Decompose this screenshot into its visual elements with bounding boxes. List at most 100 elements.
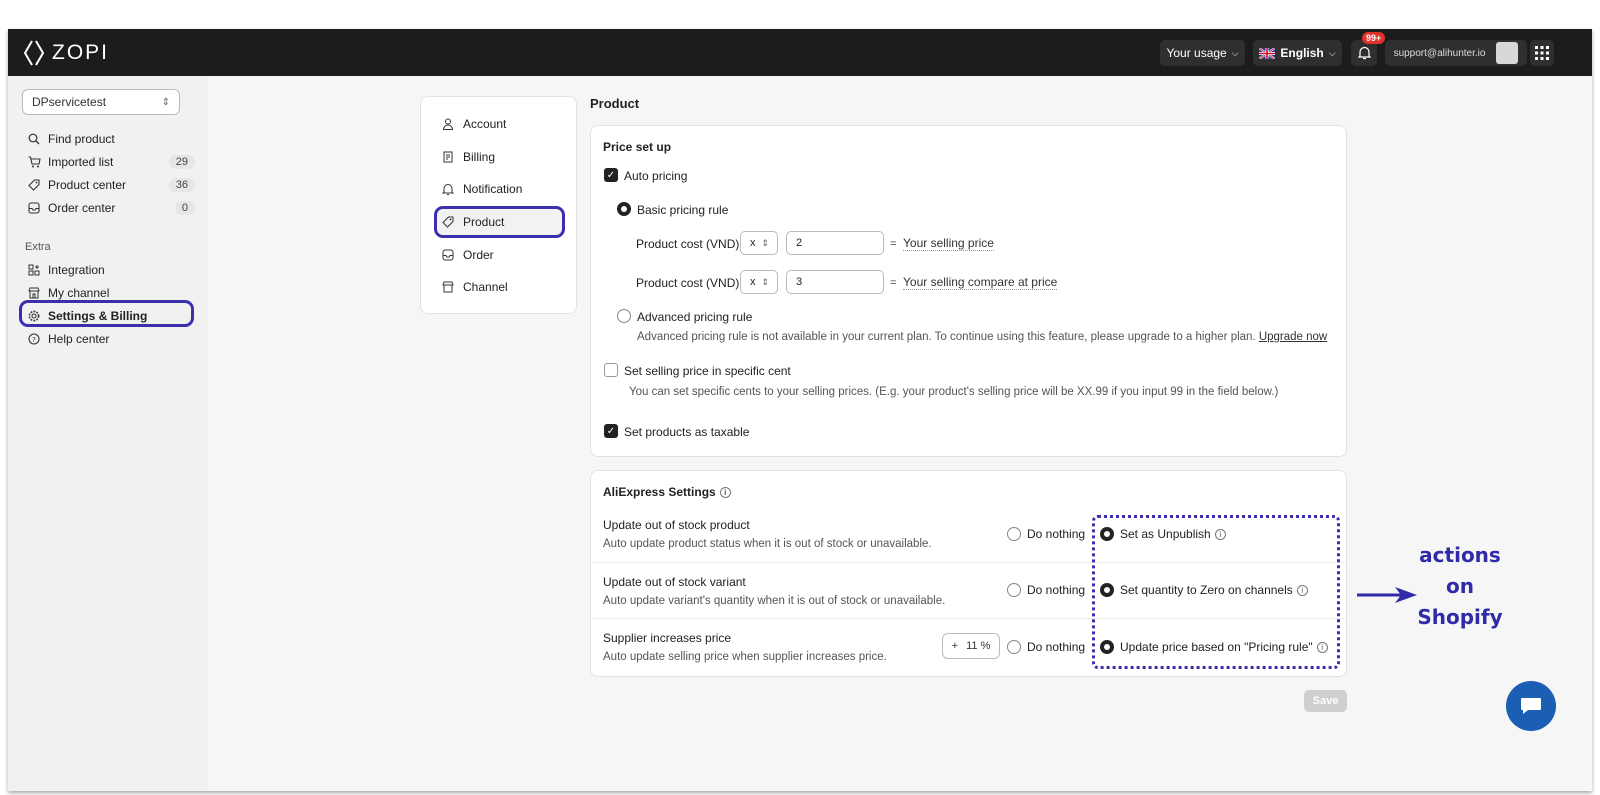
sidebar-item-label: My channel: [48, 286, 110, 300]
multiplier-input[interactable]: 2: [786, 231, 884, 255]
compare-price-link[interactable]: Your selling compare at price: [903, 275, 1058, 290]
row-description: Auto update variant's quantity when it i…: [603, 595, 946, 607]
sidebar-item-label: Product center: [48, 178, 127, 192]
check-icon: ✓: [606, 425, 616, 437]
sidebar-item-imported-list[interactable]: Imported list 29: [27, 153, 195, 171]
logo[interactable]: ZOPI: [22, 38, 109, 68]
grid-plus-icon: [27, 263, 41, 277]
sidebar-item-help-center[interactable]: ? Help center: [27, 330, 195, 348]
usage-dropdown[interactable]: Your usage ⌵: [1160, 40, 1245, 66]
annotation-line: Shopify: [1417, 605, 1503, 629]
sidebar-item-order-center[interactable]: Order center 0: [27, 199, 195, 217]
specific-cent-label: Set selling price in specific cent: [624, 364, 791, 378]
store-icon: [441, 281, 455, 293]
chat-bubble-icon: [1521, 698, 1541, 714]
settings-nav-billing[interactable]: Billing: [441, 148, 495, 166]
settings-highlight: [19, 300, 194, 327]
plus-sign: +: [951, 640, 959, 652]
user-email: support@alihunter.io: [1393, 47, 1486, 59]
usage-label: Your usage: [1166, 46, 1227, 60]
price-setup-title: Price set up: [603, 140, 672, 154]
updown-chevron-icon: ⇕: [761, 237, 770, 248]
do-nothing-radio[interactable]: [1007, 527, 1021, 541]
sidebar-item-integration[interactable]: Integration: [27, 261, 195, 279]
sidebar-item-product-center[interactable]: Product center 36: [27, 176, 195, 194]
multiplier-value: 2: [796, 237, 803, 249]
apps-grid-button[interactable]: [1530, 40, 1554, 66]
settings-nav-label: Channel: [463, 280, 508, 294]
settings-nav-label: Billing: [463, 150, 496, 164]
sidebar-item-label: Find product: [48, 132, 115, 146]
auto-pricing-checkbox[interactable]: ✓: [604, 168, 618, 182]
settings-nav-account[interactable]: Account: [441, 115, 506, 133]
operator-select[interactable]: x ⇕: [740, 231, 778, 255]
uk-flag-icon: [1259, 47, 1276, 59]
auto-pricing-label: Auto pricing: [624, 169, 688, 183]
percent-number: 11: [966, 640, 978, 652]
logo-text: ZOPI: [52, 41, 110, 64]
settings-nav-order[interactable]: Order: [441, 246, 494, 264]
sidebar: DPservicetest ⇕ Find product Imported li…: [8, 76, 208, 791]
actions-highlight: [1092, 515, 1340, 669]
settings-nav-product[interactable]: Product: [441, 213, 504, 231]
updown-chevron-icon: ⇕: [761, 276, 770, 287]
sidebar-item-find-product[interactable]: Find product: [27, 130, 195, 148]
tag-icon: [441, 216, 455, 228]
multiplier-value: 3: [796, 276, 803, 288]
extra-section-label: Extra: [25, 241, 51, 253]
inbox-icon: [441, 249, 455, 261]
info-icon[interactable]: i: [719, 487, 731, 499]
language-dropdown[interactable]: English ⌵: [1253, 40, 1342, 66]
save-button[interactable]: Save: [1304, 690, 1347, 712]
settings-nav-channel[interactable]: Channel: [441, 278, 508, 296]
row-title: Update out of stock product: [603, 518, 750, 532]
equals-sign: =: [890, 277, 897, 289]
annotation-line: on: [1446, 574, 1474, 598]
product-cost-label: Product cost (VND): [636, 276, 740, 290]
do-nothing-label: Do nothing: [1027, 583, 1086, 597]
store-select[interactable]: DPservicetest ⇕: [22, 89, 180, 115]
advanced-pricing-radio[interactable]: [617, 309, 631, 323]
search-icon: [27, 132, 41, 146]
cart-icon: [27, 155, 41, 169]
count-badge: 36: [168, 178, 195, 192]
arrow-right-icon: [1357, 587, 1417, 603]
bell-icon: [441, 183, 455, 195]
row-title: Supplier increases price: [603, 631, 732, 645]
multiplier-input[interactable]: 3: [786, 270, 884, 294]
aliexpress-title-text: AliExpress Settings: [603, 485, 716, 499]
sidebar-item-label: Integration: [48, 263, 105, 277]
operator-select[interactable]: x ⇕: [740, 270, 778, 294]
settings-nav-notification[interactable]: Notification: [441, 180, 522, 198]
store-icon: [27, 286, 41, 300]
bell-icon: [1357, 46, 1371, 60]
do-nothing-radio[interactable]: [1007, 640, 1021, 654]
help-icon: ?: [27, 332, 41, 346]
chevron-down-icon: ⌵: [1328, 47, 1336, 58]
percent-unit: %: [980, 640, 991, 652]
chat-button[interactable]: [1506, 681, 1556, 731]
taxable-label: Set products as taxable: [624, 425, 750, 439]
upgrade-now-link[interactable]: Upgrade now: [1259, 331, 1327, 343]
count-badge: 29: [168, 155, 195, 169]
do-nothing-radio[interactable]: [1007, 583, 1021, 597]
zopi-logo-icon: [23, 40, 45, 66]
notification-button[interactable]: 99+: [1351, 32, 1386, 66]
price-increase-percent-input[interactable]: + 11 %: [942, 633, 1000, 659]
row-description: Auto update selling price when supplier …: [603, 651, 887, 663]
specific-cent-note: You can set specific cents to your selli…: [629, 386, 1279, 398]
settings-nav: Account Billing Notification Product Ord…: [420, 96, 577, 314]
top-bar: ZOPI Your usage ⌵ English ⌵ 99+ support@…: [8, 29, 1592, 76]
taxable-checkbox[interactable]: ✓: [604, 424, 618, 438]
sidebar-item-label: Imported list: [48, 155, 114, 169]
equals-sign: =: [890, 238, 897, 250]
basic-pricing-radio[interactable]: [617, 202, 631, 216]
selling-price-link[interactable]: Your selling price: [903, 236, 994, 251]
chevron-down-icon: ⌵: [1231, 47, 1239, 58]
sidebar-item-label: Help center: [48, 332, 110, 346]
check-icon: ✓: [606, 169, 616, 181]
user-menu[interactable]: support@alihunter.io: [1385, 40, 1527, 66]
specific-cent-checkbox[interactable]: [604, 363, 618, 377]
operator-value: x: [750, 276, 756, 288]
page-title: Product: [590, 96, 640, 111]
